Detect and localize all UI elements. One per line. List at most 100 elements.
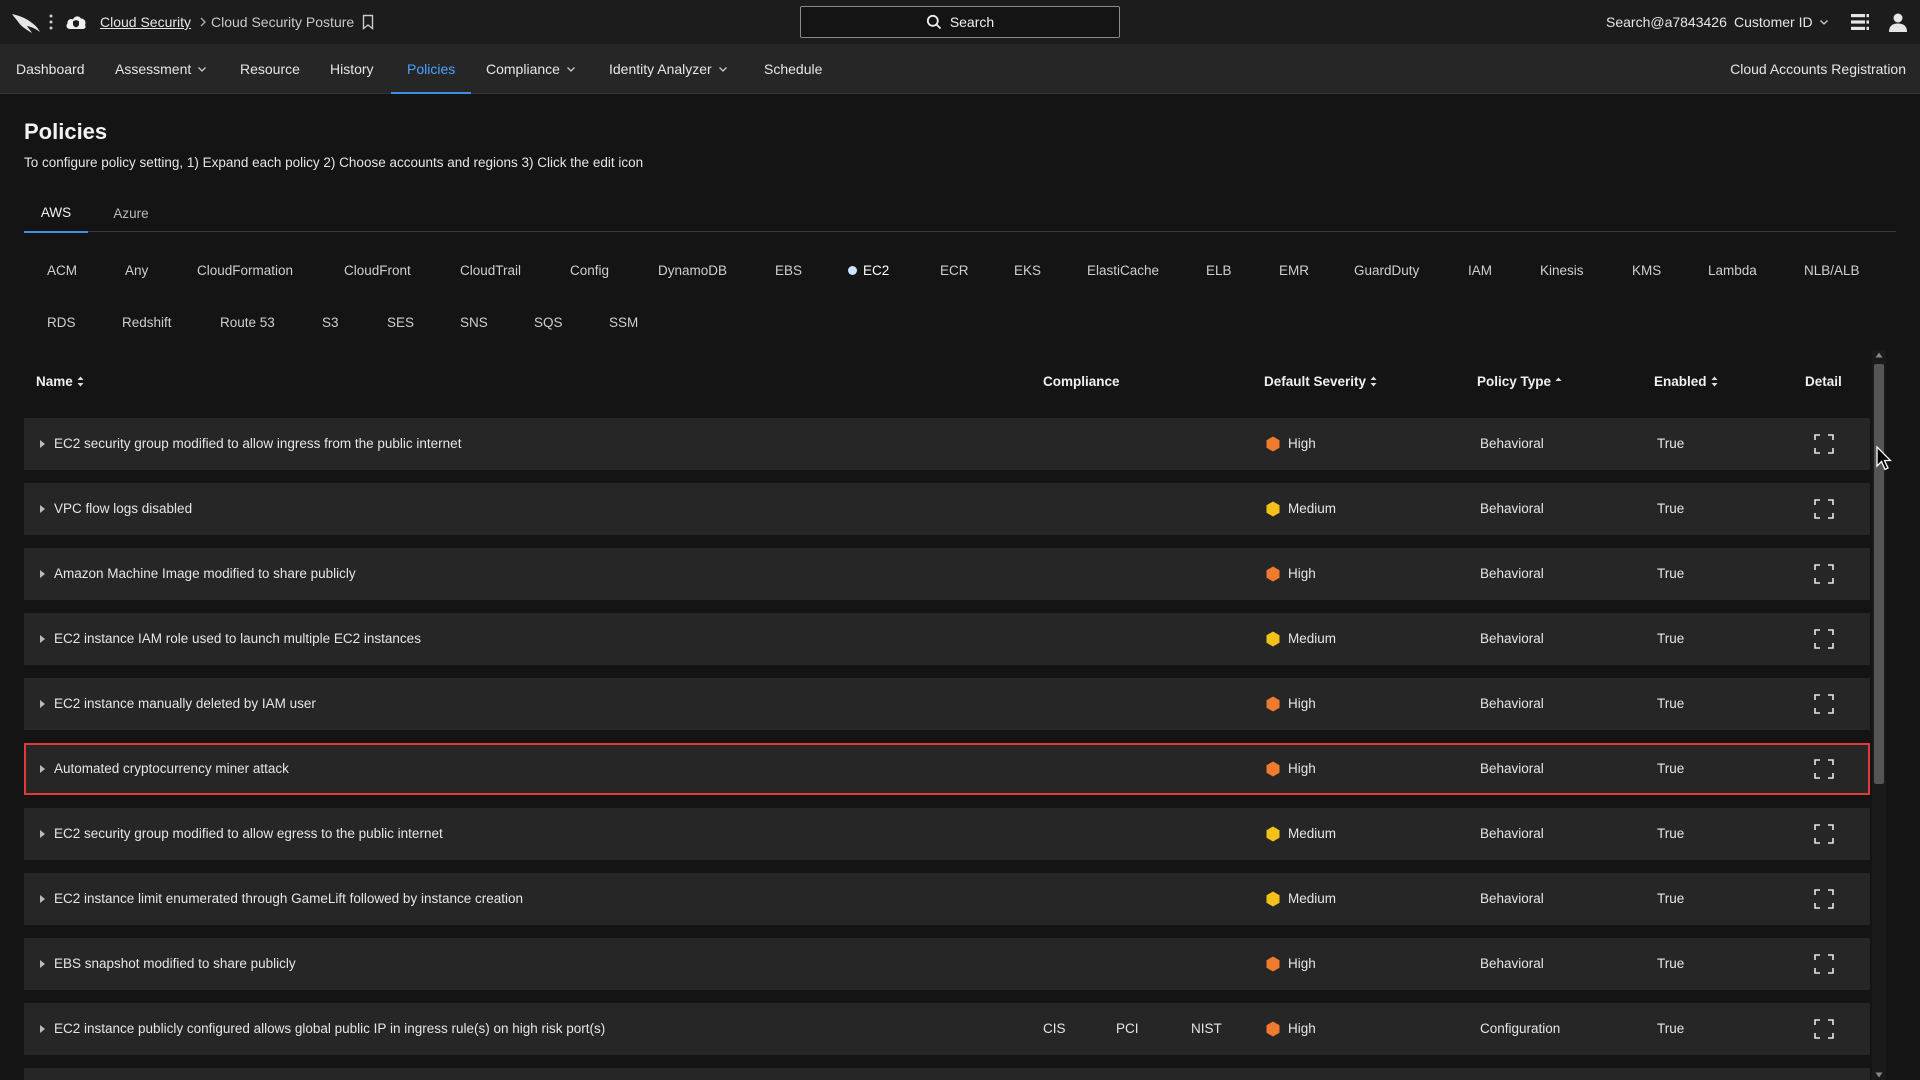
service-filter-redshift[interactable]: Redshift: [122, 310, 172, 334]
header-default-severity[interactable]: Default Severity: [1264, 374, 1377, 389]
service-filter-route53[interactable]: Route 53: [220, 310, 275, 334]
service-filter-s3[interactable]: S3: [322, 310, 339, 334]
detail-expand-icon[interactable]: [1814, 954, 1834, 974]
table-row[interactable]: EC2 security group modified to allow ing…: [24, 418, 1870, 470]
table-row[interactable]: EC2 instance IAM role used to launch mul…: [24, 613, 1870, 665]
service-filter-ebs[interactable]: EBS: [775, 258, 802, 282]
policy-name[interactable]: EC2 instance IAM role used to launch mul…: [54, 630, 421, 648]
service-filter-eks[interactable]: EKS: [1014, 258, 1041, 282]
policy-name[interactable]: EC2 instance manually deleted by IAM use…: [54, 695, 316, 713]
service-filter-sns[interactable]: SNS: [460, 310, 488, 334]
apps-menu-icon[interactable]: [1848, 10, 1872, 34]
severity-high-icon: [1266, 761, 1280, 777]
policy-name[interactable]: VPC flow logs disabled: [54, 500, 192, 518]
service-filter-ses[interactable]: SES: [387, 310, 414, 334]
service-filter-emr[interactable]: EMR: [1279, 258, 1309, 282]
cloud-accounts-registration-link[interactable]: Cloud Accounts Registration: [1730, 44, 1906, 94]
expand-caret-icon[interactable]: [39, 894, 46, 904]
table-row[interactable]: Amazon Machine Image modified to share p…: [24, 548, 1870, 600]
tab-azure[interactable]: Azure: [106, 198, 156, 232]
service-filter-sqs[interactable]: SQS: [534, 310, 563, 334]
service-filter-acm[interactable]: ACM: [47, 258, 77, 282]
policy-name[interactable]: EC2 instance limit enumerated through Ga…: [54, 890, 523, 908]
policy-name[interactable]: EBS snapshot modified to share publicly: [54, 955, 296, 973]
expand-caret-icon[interactable]: [39, 569, 46, 579]
service-filter-lambda[interactable]: Lambda: [1708, 258, 1757, 282]
expand-caret-icon[interactable]: [39, 764, 46, 774]
service-filter-label: SQS: [534, 314, 563, 330]
detail-expand-icon[interactable]: [1814, 694, 1834, 714]
expand-caret-icon[interactable]: [39, 699, 46, 709]
table-row-highlighted[interactable]: Automated cryptocurrency miner attack Hi…: [24, 743, 1870, 795]
scrollbar-thumb[interactable]: [1874, 364, 1884, 784]
header-policy-type[interactable]: Policy Type: [1477, 374, 1562, 389]
nav-identity-analyzer[interactable]: Identity Analyzer: [609, 44, 728, 94]
service-filter-kinesis[interactable]: Kinesis: [1540, 258, 1584, 282]
service-filter-ec2[interactable]: EC2: [848, 258, 889, 282]
service-filter-elasticache[interactable]: ElastiCache: [1087, 258, 1159, 282]
compliance-tag-pci: PCI: [1116, 1021, 1139, 1036]
service-filter-ecr[interactable]: ECR: [940, 258, 969, 282]
service-filter-kms[interactable]: KMS: [1632, 258, 1661, 282]
expand-caret-icon[interactable]: [39, 829, 46, 839]
nav-dashboard[interactable]: Dashboard: [16, 44, 85, 94]
table-row[interactable]: EBS snapshot modified to share publicly …: [24, 938, 1870, 990]
table-row[interactable]: VPC flow logs disabled Medium Behavioral…: [24, 483, 1870, 535]
detail-expand-icon[interactable]: [1814, 434, 1834, 454]
user-profile-icon[interactable]: [1886, 10, 1910, 34]
header-name[interactable]: Name: [36, 374, 84, 389]
breadcrumb-cloud-security[interactable]: Cloud Security: [100, 13, 191, 31]
policy-name[interactable]: EC2 security group modified to allow ing…: [54, 435, 461, 453]
user-email[interactable]: Search@a7843426: [1606, 13, 1727, 31]
nav-history[interactable]: History: [330, 44, 374, 94]
service-filter-cloudformation[interactable]: CloudFormation: [197, 258, 293, 282]
nav-policies[interactable]: Policies: [390, 44, 472, 94]
scroll-down-arrow-icon[interactable]: [1875, 1072, 1883, 1078]
expand-caret-icon[interactable]: [39, 634, 46, 644]
service-filter-nlb-alb[interactable]: NLB/ALB: [1804, 258, 1860, 282]
detail-expand-icon[interactable]: [1814, 564, 1834, 584]
header-enabled[interactable]: Enabled: [1654, 374, 1718, 389]
expand-caret-icon[interactable]: [39, 439, 46, 449]
detail-expand-icon[interactable]: [1814, 629, 1834, 649]
table-row[interactable]: EC2 instance manually deleted by IAM use…: [24, 678, 1870, 730]
expand-caret-icon[interactable]: [39, 959, 46, 969]
table-row[interactable]: EC2 instance limit enumerated through Ga…: [24, 873, 1870, 925]
service-filter-rds[interactable]: RDS: [47, 310, 76, 334]
service-filter-guardduty[interactable]: GuardDuty: [1354, 258, 1419, 282]
nav-assessment[interactable]: Assessment: [115, 44, 207, 94]
service-filter-dynamodb[interactable]: DynamoDB: [658, 258, 727, 282]
service-filter-ssm[interactable]: SSM: [609, 310, 638, 334]
tab-aws[interactable]: AWS: [24, 198, 88, 233]
global-search-button[interactable]: Search: [800, 6, 1120, 38]
detail-expand-icon[interactable]: [1814, 499, 1834, 519]
scroll-up-arrow-icon[interactable]: [1875, 352, 1883, 358]
policy-name[interactable]: EC2 security group modified to allow egr…: [54, 825, 443, 843]
policy-name[interactable]: Automated cryptocurrency miner attack: [54, 760, 289, 778]
nav-compliance[interactable]: Compliance: [486, 44, 576, 94]
detail-expand-icon[interactable]: [1814, 824, 1834, 844]
table-row[interactable]: EC2 instance publicly configured allows …: [24, 1003, 1870, 1055]
falcon-logo-icon[interactable]: [10, 10, 42, 34]
detail-expand-icon[interactable]: [1814, 1019, 1834, 1039]
service-filter-iam[interactable]: IAM: [1468, 258, 1492, 282]
detail-expand-icon[interactable]: [1814, 889, 1834, 909]
nav-resource[interactable]: Resource: [240, 44, 300, 94]
service-filter-elb[interactable]: ELB: [1206, 258, 1232, 282]
nav-schedule[interactable]: Schedule: [764, 44, 822, 94]
bookmark-icon[interactable]: [362, 14, 374, 30]
table-row[interactable]: EC2 security group modified to allow egr…: [24, 808, 1870, 860]
policy-name[interactable]: EC2 instance publicly configured allows …: [54, 1020, 605, 1038]
expand-caret-icon[interactable]: [39, 504, 46, 514]
menu-kebab-icon[interactable]: [48, 13, 54, 31]
expand-caret-icon[interactable]: [39, 1024, 46, 1034]
service-filter-label: ECR: [940, 262, 969, 278]
policy-name[interactable]: Amazon Machine Image modified to share p…: [54, 565, 356, 583]
service-filter-any[interactable]: Any: [125, 258, 148, 282]
customer-id-dropdown[interactable]: Customer ID: [1734, 13, 1829, 31]
service-filter-label: Kinesis: [1540, 262, 1584, 278]
detail-expand-icon[interactable]: [1814, 759, 1834, 779]
service-filter-cloudtrail[interactable]: CloudTrail: [460, 258, 521, 282]
service-filter-cloudfront[interactable]: CloudFront: [344, 258, 411, 282]
service-filter-config[interactable]: Config: [570, 258, 609, 282]
